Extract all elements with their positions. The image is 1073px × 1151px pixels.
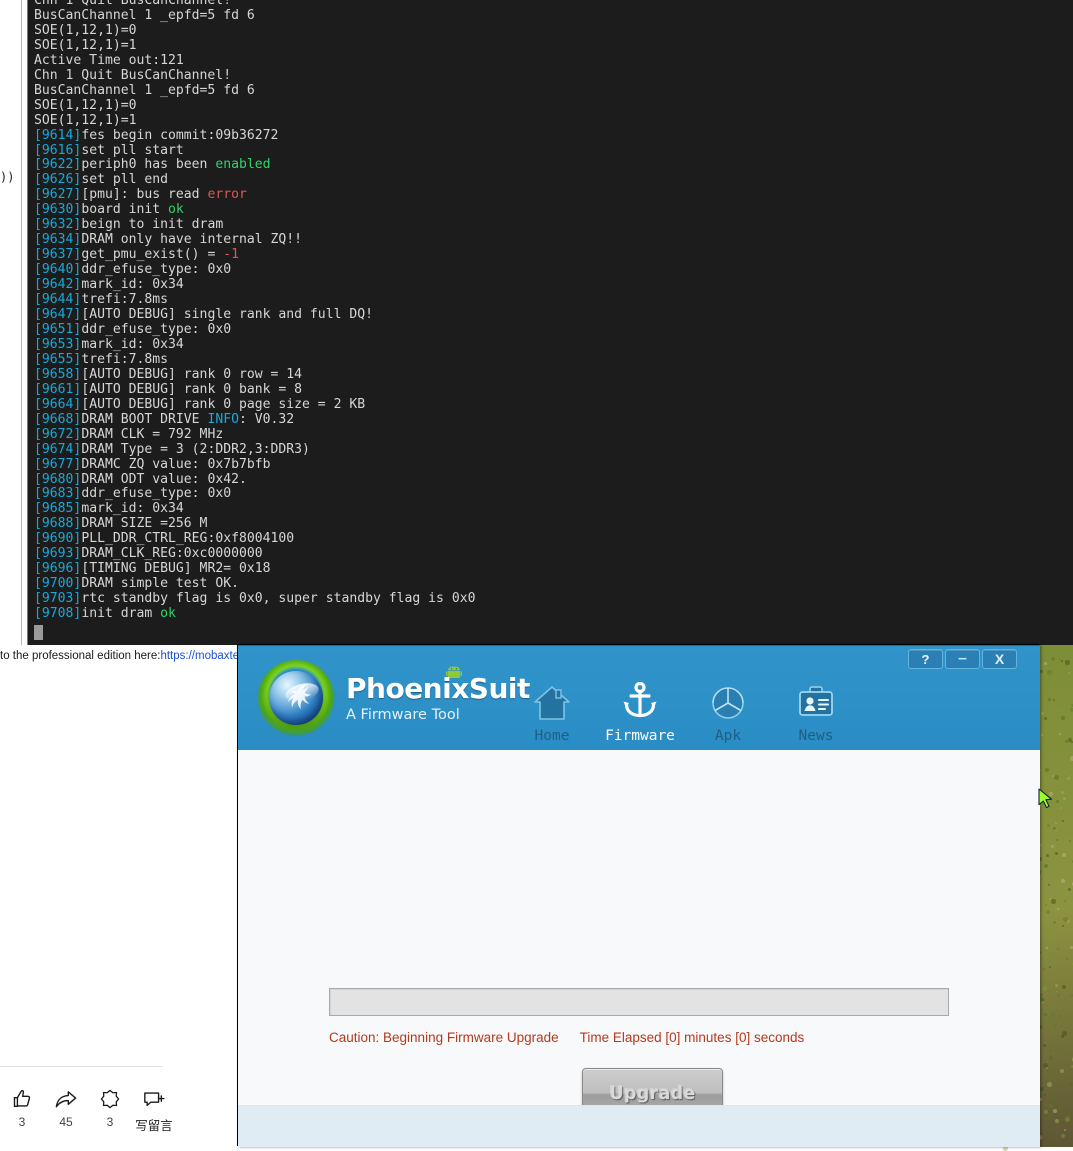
share-arrow-icon <box>54 1086 78 1112</box>
window-controls: ? – X <box>908 649 1017 668</box>
nav-item-firmware[interactable]: Firmware <box>596 674 684 744</box>
phoenixsuit-window[interactable]: ? – X PhoenixSuit A Firmware Tool Home F… <box>238 645 1040 1147</box>
mobaxterm-upgrade-notice: to the professional edition here: https:… <box>0 645 238 667</box>
upgrade-progress-bar <box>329 988 949 1016</box>
phoenixsuit-logo <box>258 660 334 736</box>
thumbs-up-icon <box>11 1086 33 1112</box>
terminal-window[interactable]: Chn 1 Quit BusCanChannel! BusCanChannel … <box>0 0 1073 645</box>
nav-item-news[interactable]: News <box>772 674 860 744</box>
app-title: PhoenixSuit <box>346 672 530 705</box>
nav-label-firmware: Firmware <box>605 728 675 744</box>
elapsed-time: Time Elapsed [0] minutes [0] seconds <box>580 1030 805 1048</box>
nav-item-home[interactable]: Home <box>508 674 596 744</box>
share-count: 45 <box>59 1115 72 1129</box>
logo-blue-orb <box>269 671 323 725</box>
nav-label-apk: Apk <box>715 728 741 744</box>
like-count: 3 <box>19 1115 26 1129</box>
share-action[interactable]: 45 <box>44 1086 88 1129</box>
terminal-output: Chn 1 Quit BusCanChannel! BusCanChannel … <box>34 0 475 622</box>
caution-message: Caution: Beginning Firmware Upgrade <box>329 1030 559 1048</box>
browser-page-body <box>0 667 238 1147</box>
gutter-glyph: )) <box>0 170 14 184</box>
star-flower-icon <box>99 1086 121 1112</box>
help-button[interactable]: ? <box>908 649 943 669</box>
article-divider <box>0 1066 163 1067</box>
home-icon <box>532 674 572 722</box>
phoenixsuit-content: Caution: Beginning Firmware Upgrade Time… <box>238 750 1040 1105</box>
nav-item-apk[interactable]: Apk <box>684 674 772 744</box>
upgrade-button-label: Upgrade <box>609 1084 695 1104</box>
anchor-icon <box>619 674 661 722</box>
app-tagline: A Firmware Tool <box>346 707 530 723</box>
status-message-row: Caution: Beginning Firmware Upgrade Time… <box>329 1030 989 1048</box>
id-card-icon <box>797 674 835 722</box>
comment-action[interactable]: 写留言 <box>132 1086 176 1134</box>
moba-notice-link[interactable]: https://mobaxter <box>160 650 238 662</box>
brand-block: PhoenixSuit A Firmware Tool <box>346 672 530 723</box>
social-action-row: 3 45 3 写留言 <box>0 1086 200 1144</box>
favorite-action[interactable]: 3 <box>88 1086 132 1129</box>
nav-label-news: News <box>799 728 834 744</box>
favorite-count: 3 <box>107 1115 114 1129</box>
gutter-divider-2 <box>27 0 28 645</box>
browser-window[interactable]: to the professional edition here: https:… <box>0 645 238 1147</box>
terminal-cursor <box>34 625 43 640</box>
comment-add-icon <box>142 1086 166 1112</box>
close-button[interactable]: X <box>982 649 1017 669</box>
comment-label: 写留言 <box>135 1115 173 1134</box>
main-navigation: Home Firmware Apk News <box>508 664 860 744</box>
phoenixsuit-status-bar <box>238 1106 1040 1147</box>
phoenixsuit-header: ? – X PhoenixSuit A Firmware Tool Home F… <box>238 645 1040 751</box>
nav-label-home: Home <box>535 728 570 744</box>
minimize-button[interactable]: – <box>945 649 980 669</box>
sphere-icon <box>709 674 747 722</box>
terminal-left-gutter <box>0 0 28 645</box>
mouse-cursor <box>1038 788 1054 810</box>
gutter-divider-1 <box>21 0 22 645</box>
like-action[interactable]: 3 <box>0 1086 44 1129</box>
moba-notice-text: to the professional edition here: <box>0 650 160 662</box>
